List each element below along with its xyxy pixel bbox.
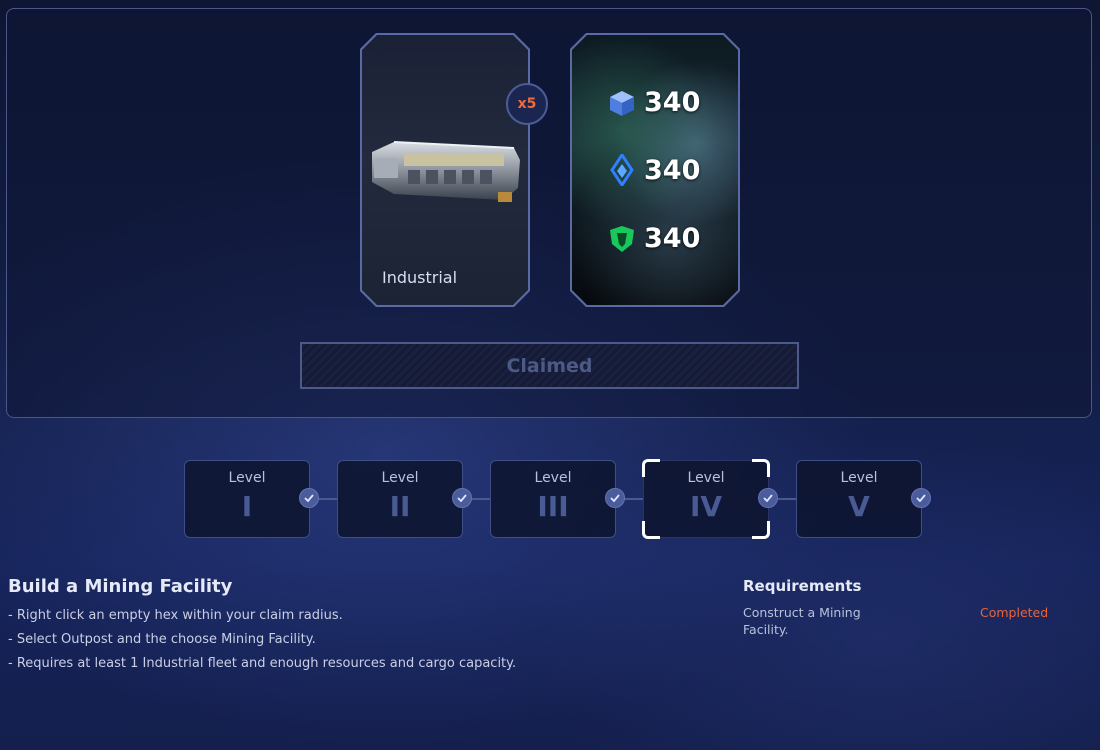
green-shield-icon (608, 224, 636, 254)
level-numeral: IV (689, 490, 723, 523)
fleet-card-label: Industrial (382, 268, 458, 287)
resource-amount-crystal: 340 (644, 154, 701, 186)
resource-reward-card[interactable]: 340 340 340 (570, 33, 740, 307)
fleet-reward-card[interactable]: Industrial (360, 33, 530, 307)
blue-crystal-icon (608, 154, 636, 186)
requirement-text: Construct a Mining Facility. (743, 605, 861, 637)
resource-row-cube: 340 (608, 87, 700, 118)
mission-step: - Requires at least 1 Industrial fleet a… (8, 656, 517, 671)
checkmark-icon (299, 488, 319, 508)
level-numeral: II (389, 490, 411, 523)
blue-cube-icon (608, 89, 636, 117)
resource-amount-shield: 340 (644, 223, 701, 254)
resource-row-shield: 340 (608, 223, 700, 254)
selection-corner (752, 521, 770, 539)
claimed-button[interactable]: Claimed (300, 342, 799, 389)
level-node-3[interactable]: Level III (490, 460, 616, 538)
mission-step: - Select Outpost and the choose Mining F… (8, 632, 316, 647)
checkmark-icon (758, 488, 778, 508)
level-caption: Level (687, 470, 725, 486)
checkmark-icon (605, 488, 625, 508)
level-caption: Level (228, 470, 266, 486)
reward-panel: Industrial x5 340 340 340 Claimed (6, 8, 1092, 418)
selection-corner (642, 521, 660, 539)
level-progress-track: Level I Level II Level III Level IV Leve… (0, 459, 1100, 540)
mission-steps: - Right click an empty hex within your c… (8, 604, 516, 676)
checkmark-icon (911, 488, 931, 508)
requirements-heading: Requirements (743, 577, 862, 595)
level-numeral: V (848, 490, 870, 523)
requirement-status: Completed (980, 605, 1049, 620)
level-numeral: III (537, 490, 569, 523)
resource-amount-cube: 340 (644, 87, 701, 118)
level-caption: Level (534, 470, 572, 486)
mission-step: - Right click an empty hex within your c… (8, 608, 343, 623)
selection-corner (642, 459, 660, 477)
level-node-5[interactable]: Level V (796, 460, 922, 538)
resource-row-crystal: 340 (608, 154, 700, 186)
level-caption: Level (840, 470, 878, 486)
checkmark-icon (452, 488, 472, 508)
level-node-4[interactable]: Level IV (642, 459, 770, 539)
selection-corner (752, 459, 770, 477)
multiplier-badge: x5 (506, 83, 548, 125)
industrial-ship-icon (364, 130, 528, 220)
mission-title: Build a Mining Facility (8, 576, 233, 597)
level-caption: Level (381, 470, 419, 486)
level-node-2[interactable]: Level II (337, 460, 463, 538)
level-node-1[interactable]: Level I (184, 460, 310, 538)
level-numeral: I (241, 490, 253, 523)
